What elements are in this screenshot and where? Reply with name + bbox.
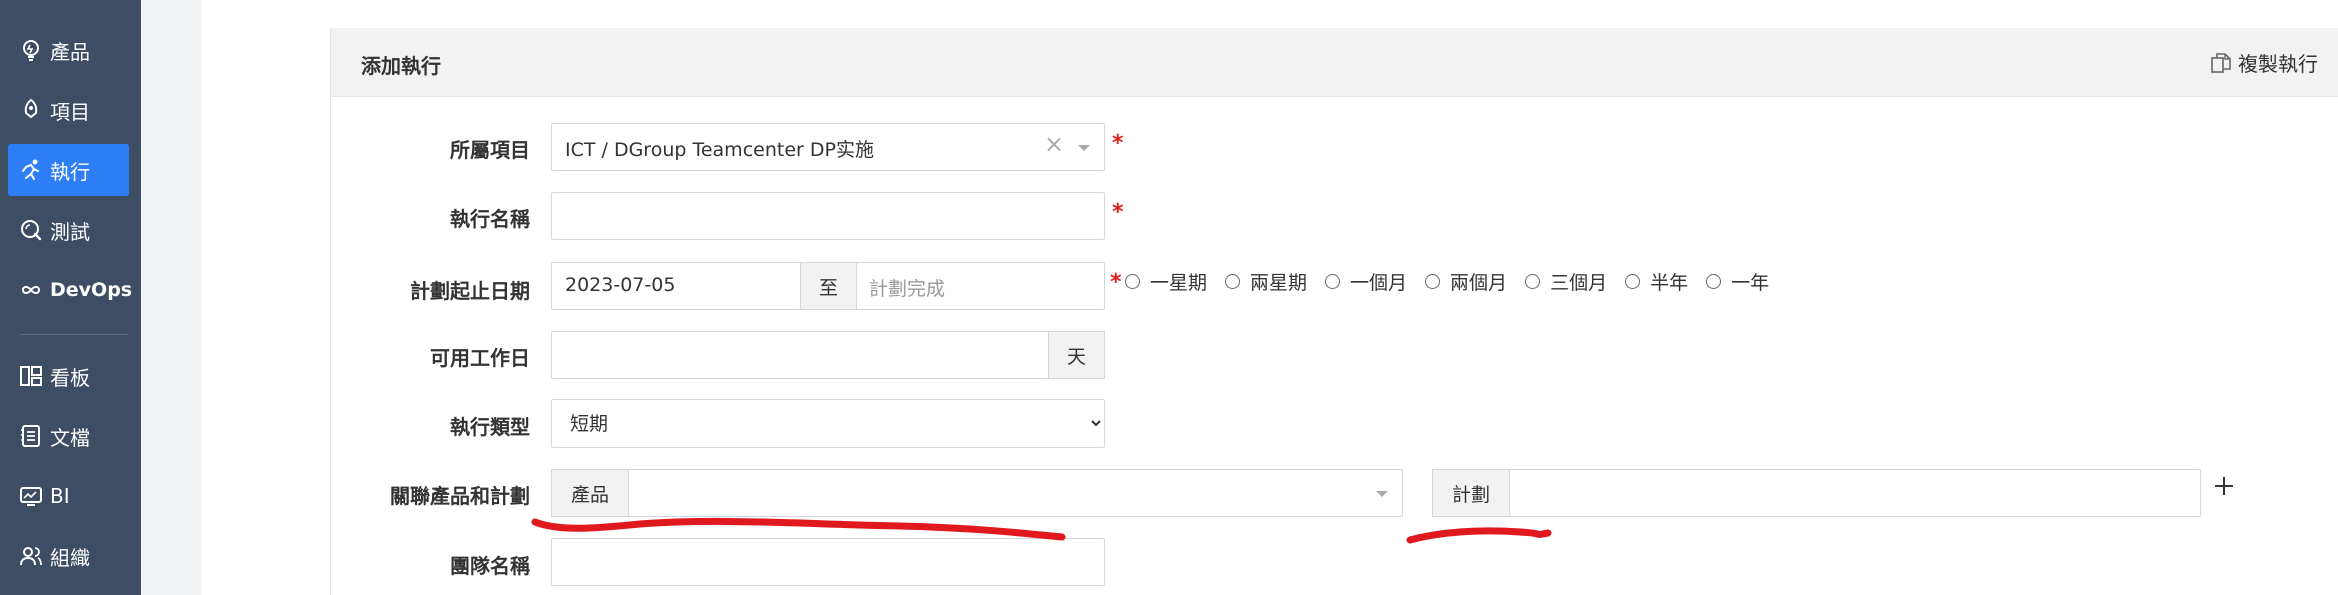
required-mark: * — [1110, 270, 1122, 295]
copy-icon — [2211, 52, 2231, 73]
radio-one-year[interactable]: 一年 — [1706, 268, 1769, 295]
sidebar-item-label: 項目 — [50, 99, 90, 124]
end-date-input[interactable]: 計劃完成 — [856, 262, 1105, 310]
board-icon — [20, 366, 42, 386]
radio-one-week[interactable]: 一星期 — [1125, 268, 1207, 295]
sidebar-item-label: 執行 — [50, 159, 90, 184]
sidebar-item-label: 測試 — [50, 219, 90, 244]
start-date-input[interactable]: 2023-07-05 — [551, 262, 801, 310]
radio-label: 一星期 — [1150, 272, 1208, 294]
date-quick-options: 一星期 兩星期 一個月 兩個月 三個月 半年 一年 — [1125, 268, 1787, 295]
sidebar-item-execution[interactable]: 執行 — [8, 144, 129, 196]
test-icon — [21, 220, 42, 241]
users-icon — [20, 547, 42, 566]
radio-label: 一個月 — [1350, 272, 1408, 294]
team-name-input[interactable] — [551, 538, 1105, 586]
sidebar-item-test[interactable]: 測試 — [8, 204, 129, 256]
radio-label: 兩星期 — [1250, 272, 1308, 294]
radio-circle — [1425, 274, 1441, 289]
team-name-label: 團隊名稱 — [450, 554, 530, 578]
sidebar-item-bi[interactable]: BI — [8, 470, 129, 522]
sidebar-item-project[interactable]: 項目 — [8, 84, 129, 136]
bulb-icon — [23, 40, 39, 61]
workdays-unit: 天 — [1048, 331, 1105, 379]
copy-execution-button[interactable]: 複製執行 — [2210, 48, 2318, 77]
sidebar-item-devops[interactable]: DevOps — [8, 264, 133, 316]
panel-header: 添加執行 複製執行 — [331, 28, 2338, 97]
project-select[interactable]: ICT / DGroup Teamcenter DP实施 × — [551, 123, 1105, 171]
sidebar-item-label: 產品 — [50, 39, 90, 64]
sidebar-item-product[interactable]: 產品 — [8, 24, 129, 76]
monitor-icon — [20, 487, 42, 506]
radio-label: 一年 — [1731, 272, 1770, 294]
copy-execution-label: 複製執行 — [2238, 52, 2318, 76]
plan-addon: 計劃 — [1432, 469, 1510, 517]
sidebar-item-label: 組織 — [50, 545, 90, 570]
radio-circle — [1625, 274, 1641, 289]
execution-name-input[interactable] — [551, 192, 1105, 240]
sidebar-item-kanban[interactable]: 看板 — [8, 350, 129, 402]
execution-type-select[interactable]: 短期 — [551, 399, 1105, 448]
workdays-label: 可用工作日 — [430, 346, 530, 370]
radio-label: 半年 — [1650, 272, 1689, 294]
required-mark: * — [1112, 131, 1124, 156]
radio-circle — [1125, 274, 1140, 289]
plan-select[interactable] — [1509, 469, 2201, 517]
product-addon: 產品 — [551, 469, 629, 517]
doc-icon — [21, 425, 40, 447]
radio-label: 三個月 — [1550, 272, 1608, 294]
project-label: 所屬項目 — [450, 138, 530, 162]
sidebar-item-label: BI — [50, 484, 70, 508]
add-plan-button[interactable] — [2213, 474, 2235, 502]
sidebar: 產品 項目 執行 測試 DevOps 看板 文檔 BI 組織 — [0, 0, 141, 595]
workdays-input[interactable] — [551, 331, 1049, 379]
sidebar-item-docs[interactable]: 文檔 — [8, 410, 129, 462]
radio-one-month[interactable]: 一個月 — [1325, 268, 1407, 295]
radio-circle — [1706, 274, 1722, 289]
project-icon — [24, 98, 38, 119]
radio-three-months[interactable]: 三個月 — [1525, 268, 1607, 295]
radio-two-months[interactable]: 兩個月 — [1425, 268, 1507, 295]
radio-circle — [1225, 274, 1241, 289]
start-date-value: 2023-07-05 — [565, 274, 676, 296]
chevron-down-icon — [1078, 145, 1090, 151]
sidebar-item-label: 看板 — [50, 365, 90, 390]
linked-product-plan-label: 關聯產品和計劃 — [390, 484, 530, 508]
sidebar-divider — [20, 334, 128, 335]
execution-type-label: 執行類型 — [450, 415, 530, 439]
radio-two-weeks[interactable]: 兩星期 — [1225, 268, 1307, 295]
infinity-icon — [21, 286, 41, 294]
project-value: ICT / DGroup Teamcenter DP实施 — [565, 139, 874, 161]
plus-icon — [2215, 477, 2233, 495]
radio-circle — [1525, 274, 1541, 289]
chevron-down-icon — [1376, 491, 1388, 497]
page-title: 添加執行 — [361, 54, 441, 78]
required-mark: * — [1112, 200, 1124, 225]
date-separator: 至 — [800, 262, 857, 310]
clear-icon[interactable]: × — [1044, 130, 1064, 158]
sidebar-item-org[interactable]: 組織 — [8, 530, 129, 582]
radio-half-year[interactable]: 半年 — [1625, 268, 1688, 295]
sidebar-item-label: DevOps — [50, 279, 133, 301]
radio-label: 兩個月 — [1450, 272, 1508, 294]
end-date-placeholder: 計劃完成 — [869, 278, 946, 300]
content-gutter — [141, 0, 201, 595]
execution-name-label: 執行名稱 — [450, 207, 530, 231]
plan-dates-label: 計劃起止日期 — [410, 279, 530, 303]
run-icon — [22, 159, 39, 180]
sidebar-item-label: 文檔 — [50, 425, 90, 450]
radio-circle — [1325, 274, 1341, 289]
product-select[interactable] — [628, 469, 1403, 517]
